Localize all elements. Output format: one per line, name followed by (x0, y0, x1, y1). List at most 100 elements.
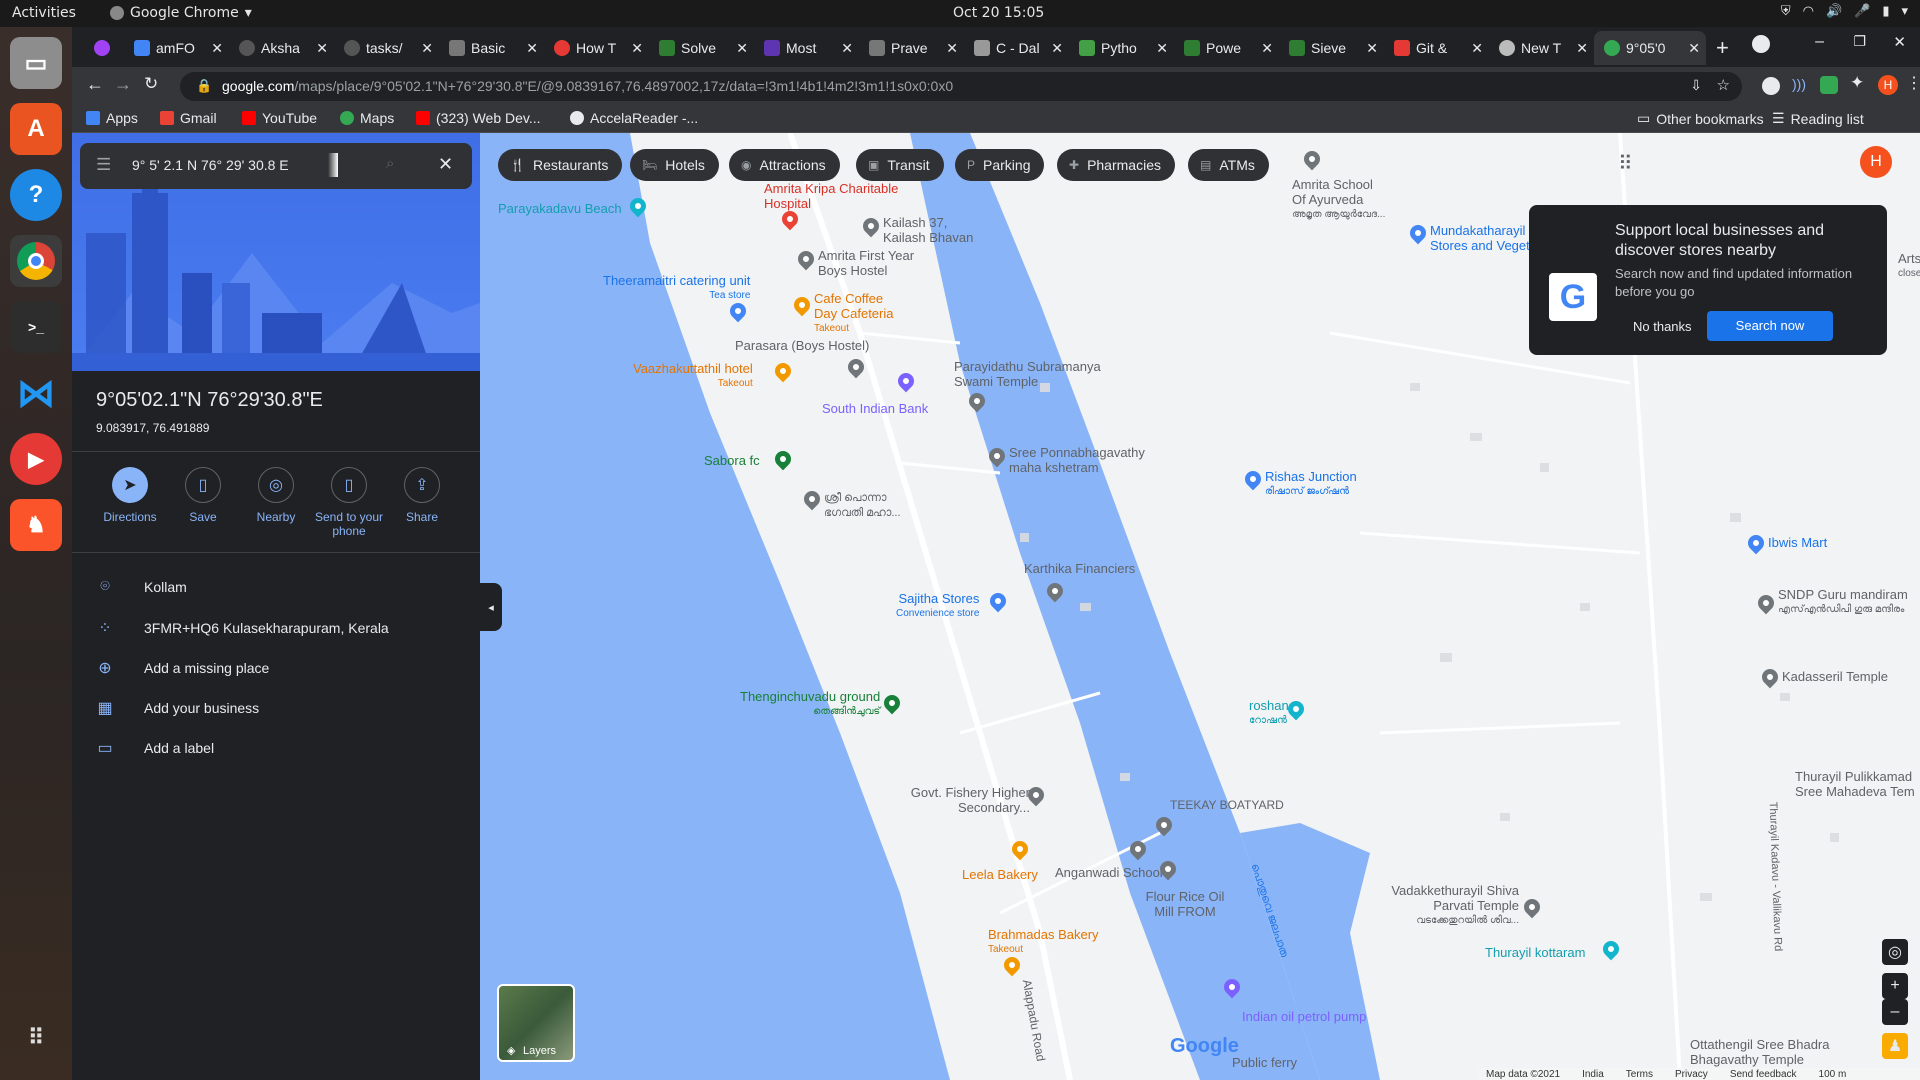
poi-label[interactable]: ശ്രീ പൊന്നാ ഭഗവതി മഹാ... (824, 491, 914, 521)
chip-hotels[interactable]: 🛏 Hotels (630, 149, 719, 181)
region-link[interactable]: India (1582, 1069, 1604, 1080)
close-icon[interactable]: ✕ (841, 40, 853, 57)
tab[interactable]: tasks/ ✕ (334, 31, 439, 65)
other-bookmarks[interactable]: ▭ Other bookmarks (1637, 110, 1764, 127)
my-location-icon[interactable]: ◎ (1882, 939, 1908, 965)
poi-label[interactable]: Sajitha Stores Convenience store (896, 591, 979, 621)
extension-icon[interactable] (1762, 77, 1780, 95)
tab[interactable]: Basic ✕ (439, 31, 544, 65)
minimize-icon[interactable]: – (1815, 33, 1824, 51)
tab-active[interactable]: 9°05'0 ✕ (1594, 31, 1706, 65)
poi-label[interactable]: Thenginchuvadu ground തെങ്ങിൻചുവട് (740, 689, 880, 719)
poi-label[interactable]: Vadakkethurayil Shiva Parvati Temple വടക്… (1379, 883, 1519, 928)
puzzle-icon[interactable]: ✦ (1850, 73, 1864, 93)
add-missing-place-button[interactable]: ⊕ Add a missing place (96, 658, 269, 678)
close-icon[interactable]: ✕ (946, 40, 958, 57)
close-icon[interactable]: ✕ (1261, 40, 1273, 57)
poi-label[interactable]: Parayidathu Subramanya Swami Temple (954, 359, 1114, 389)
activities-button[interactable]: Activities (12, 5, 76, 21)
info-row-plus-code[interactable]: ⁘ 3FMR+HQ6 Kulasekharapuram, Kerala (96, 618, 388, 638)
app-menu[interactable]: Google Chrome ▾ (110, 5, 252, 21)
tab-search-icon[interactable] (1752, 35, 1770, 53)
clock[interactable]: Oct 20 15:05 (953, 5, 1044, 21)
send-feedback-link[interactable]: Send feedback (1730, 1069, 1797, 1080)
search-icon[interactable]: ⌕ (386, 155, 394, 172)
forward-icon[interactable]: → (114, 74, 132, 95)
poi-label[interactable]: Brahmadas Bakery Takeout (988, 927, 1099, 957)
poi-label[interactable]: Indian oil petrol pump (1242, 1009, 1366, 1024)
bookmark-youtube[interactable]: YouTube (242, 110, 317, 126)
pegman-icon[interactable]: ♟ (1882, 1033, 1908, 1059)
close-icon[interactable]: ✕ (631, 40, 643, 57)
menu-kebab-icon[interactable]: ⋮ (1906, 73, 1920, 93)
poi-label[interactable]: SNDP Guru mandiram എസ്എൻഡിപി ഗുരു മന്ദിരം (1778, 587, 1908, 617)
bookmark-star-icon[interactable]: ☆ (1717, 76, 1730, 94)
poi-label[interactable]: Public ferry (1232, 1055, 1297, 1070)
scale-label[interactable]: 100 m (1819, 1069, 1847, 1080)
reload-icon[interactable]: ↻ (144, 74, 158, 94)
vscode-icon[interactable]: ⋈ (10, 367, 62, 419)
extension-icon[interactable]: ))) (1792, 76, 1806, 92)
no-thanks-button[interactable]: No thanks (1633, 319, 1692, 334)
share-button[interactable]: ⇪ Share (382, 467, 462, 524)
save-button[interactable]: ▯ Save (163, 467, 243, 524)
poi-label[interactable]: Anganwadi School (1055, 865, 1163, 880)
poi-label[interactable]: Amrita Kripa Charitable Hospital (764, 181, 899, 211)
tab[interactable]: Prave ✕ (859, 31, 964, 65)
reading-list[interactable]: ☰ Reading list (1772, 110, 1864, 127)
poi-label[interactable]: Rishas Junction രിഷാസ് ജംഗ്ഷൻ (1265, 469, 1357, 499)
poi-label[interactable]: South Indian Bank (822, 401, 928, 416)
search-input[interactable]: 9° 5' 2.1 N 76° 29' 30.8 E (132, 157, 289, 173)
close-icon[interactable]: ✕ (1688, 40, 1700, 57)
info-row-locality[interactable]: ⌾ Kollam (96, 578, 187, 596)
system-tray[interactable]: ⛨ ◠ 🔊 🎤 ▮ ▾ (1781, 4, 1908, 19)
chip-transit[interactable]: ▣ Transit (856, 149, 944, 181)
poi-label[interactable]: Sree Ponnabhagavathy maha kshetram (1009, 445, 1154, 475)
poi-label[interactable]: TEEKAY BOATYARD (1170, 798, 1284, 813)
chip-attractions[interactable]: ◉ Attractions (729, 149, 840, 181)
zoom-out-button[interactable]: – (1882, 999, 1908, 1025)
poi-label[interactable]: Kailash 37, Kailash Bhavan (883, 215, 993, 245)
terminal-icon[interactable]: >_ (10, 301, 62, 353)
close-icon[interactable]: ✕ (1471, 40, 1483, 57)
extension-icon[interactable] (1820, 76, 1838, 94)
map-canvas[interactable]: 🍴 Restaurants 🛏 Hotels ◉ Attractions ▣ Trans… (480, 133, 1920, 1080)
search-now-button[interactable]: Search now (1707, 311, 1833, 341)
poi-label[interactable]: Theeramaitri catering unit Tea store (603, 273, 750, 303)
poi-label[interactable]: Govt. Fishery Higher Secondary... (905, 785, 1030, 815)
bookmark-apps[interactable]: Apps (86, 110, 138, 126)
poi-label[interactable]: Ottathengil Sree Bhadra Bhagavathy Templ… (1690, 1037, 1840, 1067)
close-icon[interactable]: ✕ (1156, 40, 1168, 57)
zoom-in-button[interactable]: + (1882, 973, 1908, 999)
tab[interactable]: amFO ✕ (124, 31, 229, 65)
tab[interactable]: Most ✕ (754, 31, 859, 65)
brave-icon[interactable]: ♞ (10, 499, 62, 551)
maximize-icon[interactable]: ❐ (1853, 33, 1866, 50)
youtube-music-icon[interactable]: ▶ (10, 433, 62, 485)
close-icon[interactable]: ✕ (1051, 40, 1063, 57)
hamburger-menu-icon[interactable]: ☰ (96, 155, 111, 175)
poi-label[interactable]: Thurayil kottaram (1485, 945, 1585, 960)
close-icon[interactable]: ✕ (421, 40, 433, 57)
tab[interactable]: How T ✕ (544, 31, 649, 65)
show-apps-icon[interactable]: ⠿ (10, 1012, 62, 1064)
collapse-panel-button[interactable]: ◂ (480, 583, 502, 631)
poi-label[interactable]: Amrita School Of Ayurveda അമൃത ആയുർവേദ... (1292, 177, 1387, 222)
tab[interactable]: Git & ✕ (1384, 31, 1489, 65)
tab[interactable]: Aksha ✕ (229, 31, 334, 65)
poi-label[interactable]: Parayakadavu Beach (498, 201, 622, 216)
files-icon[interactable]: ▭ (10, 37, 62, 89)
chip-atms[interactable]: ▤ ATMs (1188, 149, 1269, 181)
directions-button[interactable]: ➤ Directions (90, 467, 170, 524)
close-icon[interactable]: ✕ (1366, 40, 1378, 57)
close-icon[interactable]: ✕ (211, 40, 223, 57)
tab[interactable]: New T ✕ (1489, 31, 1594, 65)
bookmark-webdev[interactable]: (323) Web Dev... (416, 110, 541, 126)
account-avatar[interactable]: H (1860, 146, 1892, 178)
poi-label[interactable]: Ibwis Mart (1768, 535, 1827, 550)
poi-label[interactable]: Mundakatharayil Stores and Veget (1430, 223, 1540, 253)
bookmark-maps[interactable]: Maps (340, 110, 394, 126)
send-to-phone-button[interactable]: ▯ Send to your phone (309, 467, 389, 538)
nearby-button[interactable]: ◎ Nearby (236, 467, 316, 524)
tab[interactable]: C - Dal ✕ (964, 31, 1069, 65)
